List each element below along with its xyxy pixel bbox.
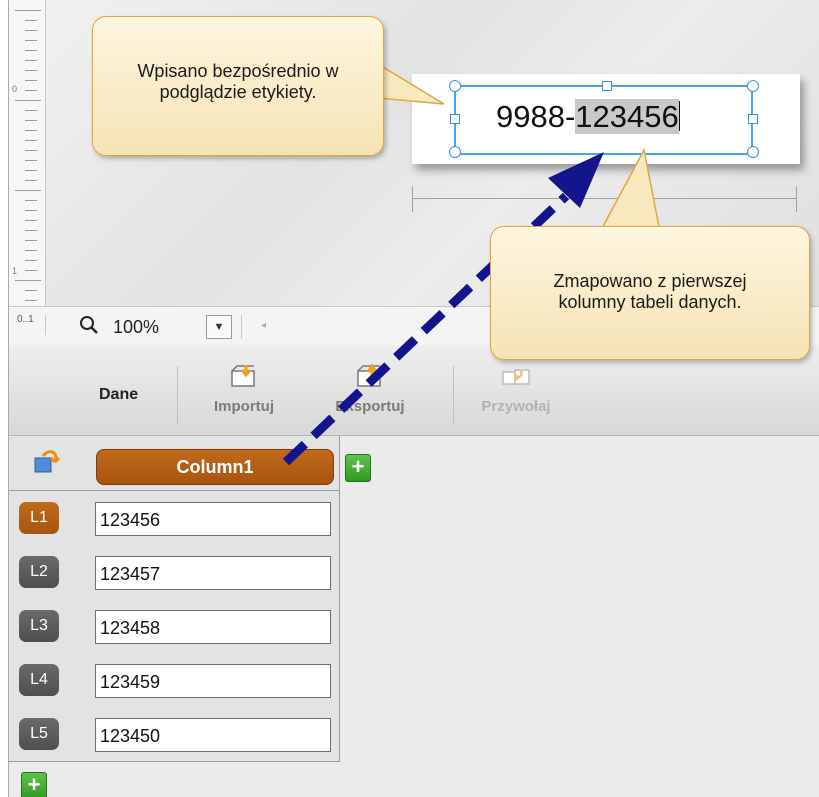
ribbon-divider [453, 366, 454, 424]
ruler-tick [25, 300, 37, 301]
row-header: L5 [9, 707, 90, 762]
callout-direct-entry: Wpisano bezpośrednio w podglądzie etykie… [92, 16, 384, 156]
ruler-tick [25, 140, 37, 141]
ruler-tick [25, 250, 37, 251]
ruler-tick [25, 130, 37, 131]
ruler-tick [25, 260, 37, 261]
import-icon [231, 365, 255, 387]
statusbar-divider [241, 315, 242, 339]
ruler-tick [25, 230, 37, 231]
ruler-tick [25, 20, 37, 21]
ruler-tick [25, 210, 37, 211]
table-cell: 123458 [89, 599, 340, 654]
zoom-level[interactable]: 100% [113, 317, 159, 338]
resize-handle[interactable] [449, 146, 461, 158]
resize-handle[interactable] [450, 114, 460, 124]
column-header[interactable]: Column1 [96, 449, 334, 485]
label-text-prefix: 9988- [496, 99, 576, 134]
import-button[interactable]: Importuj [199, 364, 289, 428]
vertical-ruler: 0 1 [9, 0, 46, 306]
ruler-tick [25, 220, 37, 221]
magnifier-icon[interactable] [79, 315, 99, 340]
export-icon [357, 364, 381, 387]
row-header: L1 [9, 491, 90, 546]
ruler-tick [25, 180, 37, 181]
export-button[interactable]: Eksportuj [325, 364, 415, 428]
ruler-tick [25, 70, 37, 71]
recall-label: Przywołaj [481, 398, 551, 415]
ruler-toggle-icon[interactable]: 0..1 [17, 315, 46, 335]
cell-input[interactable]: 123459 [95, 664, 331, 698]
ruler-tick [15, 190, 41, 191]
resize-handle[interactable] [449, 80, 461, 92]
ruler-tick [25, 160, 37, 161]
row-label[interactable]: L5 [19, 718, 59, 750]
label-text-mapped: 123456 [575, 99, 679, 134]
recall-icon [502, 369, 530, 385]
dimension-line [412, 198, 796, 199]
ribbon-divider [177, 366, 178, 424]
ruler-tick [25, 270, 37, 271]
cell-input[interactable]: 123456 [95, 502, 331, 536]
dimension-cap [796, 186, 797, 212]
table-cell: 123457 [89, 545, 340, 600]
recall-button[interactable]: Przywołaj [471, 364, 561, 428]
callout-mapped-column-text: Zmapowano z pierwszej kolumny tabeli dan… [553, 271, 747, 312]
table-cell: 123456 [89, 491, 340, 546]
ruler-tick [25, 170, 37, 171]
dimension-cap [412, 186, 413, 212]
row-label[interactable]: L4 [19, 664, 59, 696]
table-corner[interactable] [9, 436, 90, 491]
cell-input[interactable]: 123457 [95, 556, 331, 590]
callout-mapped-column: Zmapowano z pierwszej kolumny tabeli dan… [490, 226, 810, 360]
row-label[interactable]: L3 [19, 610, 59, 642]
add-column-button[interactable]: + [345, 454, 371, 482]
ruler-tick [25, 290, 37, 291]
table-cell: 123459 [89, 653, 340, 708]
callout-direct-entry-text: Wpisano bezpośrednio w podglądzie etykie… [137, 61, 339, 102]
ruler-number: 0 [12, 84, 18, 94]
ribbon-group-title: Dane [99, 386, 139, 403]
ruler-tick [25, 80, 37, 81]
cell-input[interactable]: 123458 [95, 610, 331, 644]
resize-handle[interactable] [747, 146, 759, 158]
row-header: L3 [9, 599, 90, 654]
row-label[interactable]: L1 [19, 502, 59, 534]
ruler-tick [25, 60, 37, 61]
row-header: L2 [9, 545, 90, 600]
cell-input[interactable]: 123450 [95, 718, 331, 752]
ruler-tick [15, 280, 41, 281]
table-cell: 123450 [89, 707, 340, 762]
ruler-tick [25, 150, 37, 151]
ruler-tick [25, 240, 37, 241]
resize-handle[interactable] [748, 114, 758, 124]
data-source-icon [34, 450, 61, 473]
text-caret [678, 101, 681, 131]
ruler-tick [25, 40, 37, 41]
ruler-tick [25, 90, 37, 91]
row-header: L4 [9, 653, 90, 708]
ruler-tick [15, 100, 41, 101]
ruler-tick [25, 30, 37, 31]
row-label[interactable]: L2 [19, 556, 59, 588]
add-row-button[interactable]: + [21, 772, 47, 797]
zoom-dropdown-button[interactable]: ▼ [206, 315, 232, 339]
import-label: Importuj [214, 398, 274, 415]
label-text-field[interactable]: 9988-123456 [496, 99, 681, 135]
ruler-number: 1 [12, 266, 18, 276]
ruler-tick [25, 200, 37, 201]
export-label: Eksportuj [335, 398, 405, 415]
ruler-tick [25, 50, 37, 51]
resize-handle[interactable] [602, 81, 612, 91]
ruler-tick [15, 10, 41, 11]
ruler-tick [25, 120, 37, 121]
ruler-tick [25, 110, 37, 111]
resize-handle[interactable] [747, 80, 759, 92]
